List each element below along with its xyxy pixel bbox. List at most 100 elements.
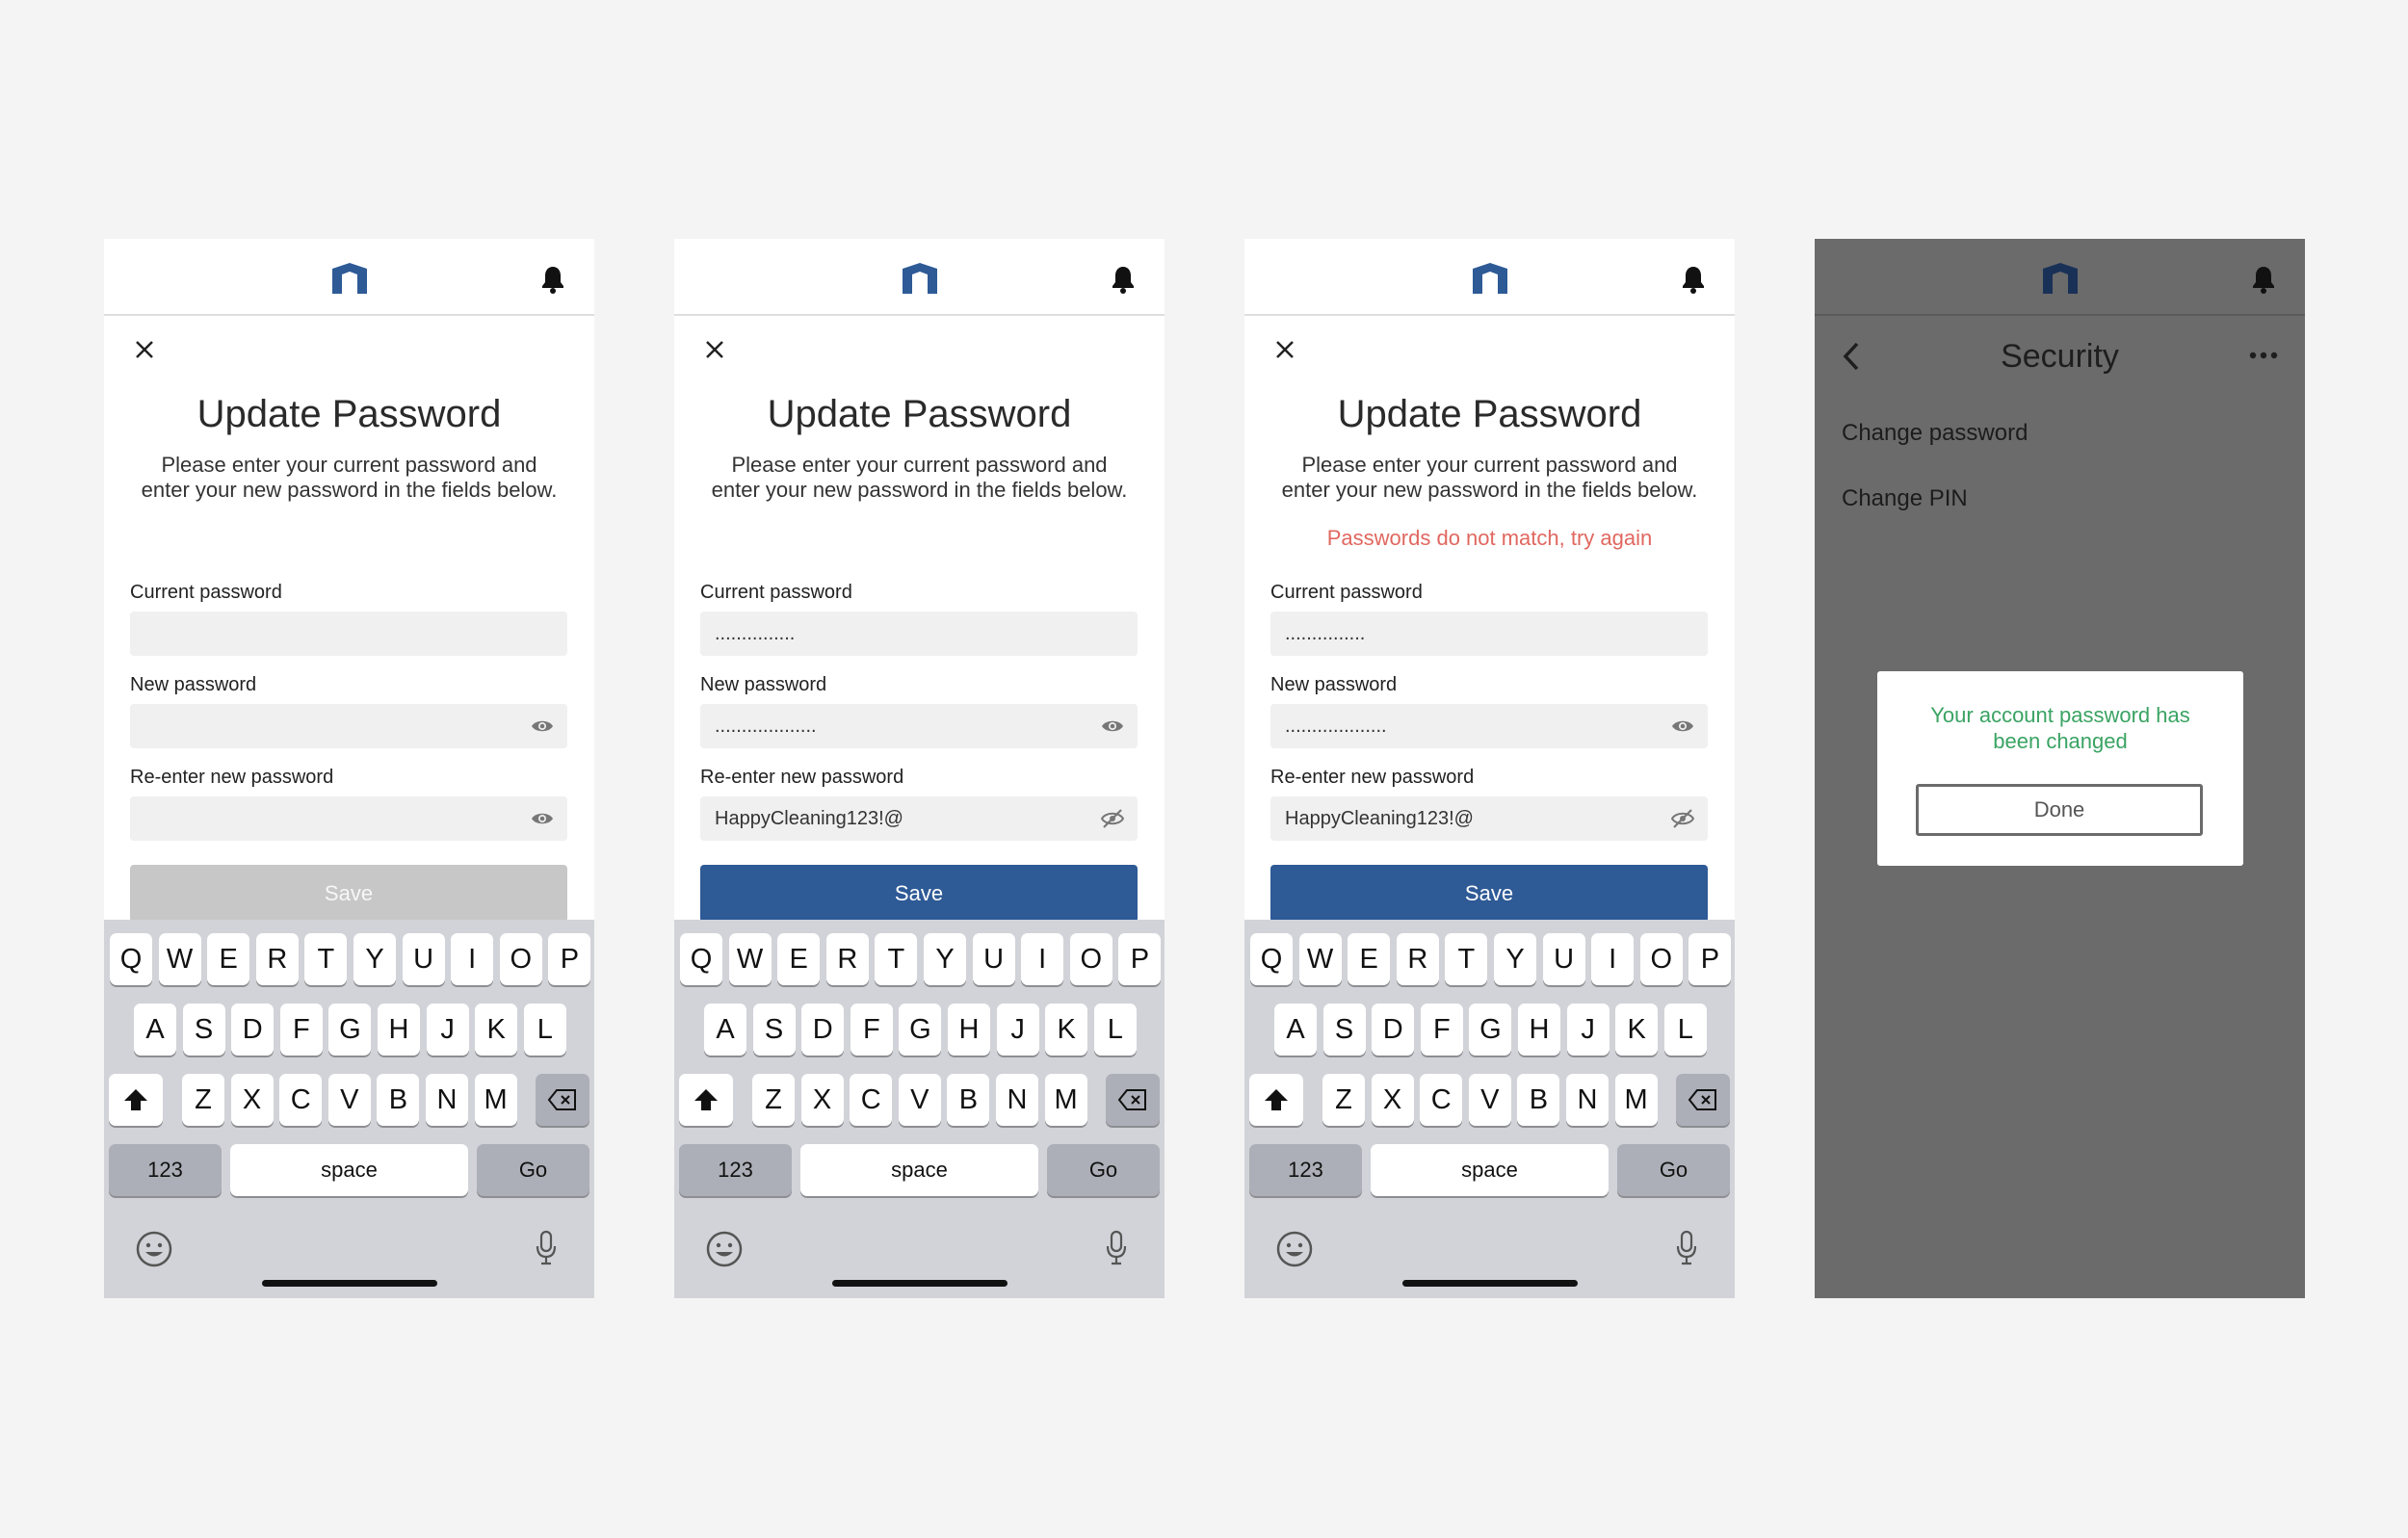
numbers-key[interactable]: 123: [1249, 1144, 1362, 1196]
key-v[interactable]: V: [1468, 1074, 1511, 1126]
key-k[interactable]: K: [475, 1004, 518, 1056]
key-x[interactable]: X: [230, 1074, 274, 1126]
microphone-icon[interactable]: [1675, 1230, 1698, 1266]
close-icon[interactable]: [705, 340, 724, 359]
key-j[interactable]: J: [426, 1004, 469, 1056]
eye-icon[interactable]: [531, 716, 554, 737]
save-button[interactable]: Save: [700, 865, 1138, 923]
key-k[interactable]: K: [1615, 1004, 1659, 1056]
save-button[interactable]: Save: [130, 865, 567, 923]
key-s[interactable]: S: [1322, 1004, 1366, 1056]
close-icon[interactable]: [135, 340, 154, 359]
key-l[interactable]: L: [1093, 1004, 1137, 1056]
space-key[interactable]: space: [230, 1144, 468, 1196]
key-s[interactable]: S: [752, 1004, 796, 1056]
app-logo-icon[interactable]: [902, 263, 937, 294]
bell-icon[interactable]: [1111, 265, 1136, 294]
key-e[interactable]: E: [1348, 933, 1391, 985]
key-f[interactable]: F: [850, 1004, 893, 1056]
key-p[interactable]: P: [548, 933, 591, 985]
space-key[interactable]: space: [800, 1144, 1038, 1196]
change-pin-item[interactable]: Change PIN: [1842, 485, 1968, 512]
go-key[interactable]: Go: [1047, 1144, 1160, 1196]
key-e[interactable]: E: [207, 933, 250, 985]
key-u[interactable]: U: [972, 933, 1015, 985]
key-c[interactable]: C: [279, 1074, 323, 1126]
key-g[interactable]: G: [328, 1004, 372, 1056]
key-w[interactable]: W: [728, 933, 772, 985]
key-k[interactable]: K: [1045, 1004, 1088, 1056]
key-x[interactable]: X: [1371, 1074, 1414, 1126]
delete-key[interactable]: [1676, 1074, 1730, 1126]
key-v[interactable]: V: [898, 1074, 941, 1126]
eye-off-icon[interactable]: [1101, 808, 1124, 829]
done-button[interactable]: Done: [1916, 784, 2203, 836]
eye-off-icon[interactable]: [1671, 808, 1694, 829]
key-n[interactable]: N: [996, 1074, 1038, 1126]
new-password-field[interactable]: [130, 704, 567, 748]
key-h[interactable]: H: [948, 1004, 990, 1056]
key-b[interactable]: B: [1517, 1074, 1560, 1126]
microphone-icon[interactable]: [535, 1230, 558, 1266]
key-q[interactable]: Q: [680, 933, 722, 985]
key-q[interactable]: Q: [1250, 933, 1293, 985]
eye-icon[interactable]: [1671, 716, 1694, 737]
app-logo-icon[interactable]: [331, 263, 367, 294]
current-password-field[interactable]: [130, 612, 567, 656]
numbers-key[interactable]: 123: [679, 1144, 792, 1196]
current-password-field[interactable]: ...............: [700, 612, 1138, 656]
key-e[interactable]: E: [777, 933, 821, 985]
shift-key[interactable]: [1249, 1074, 1303, 1126]
bell-icon[interactable]: [2251, 265, 2276, 294]
key-a[interactable]: A: [134, 1004, 176, 1056]
delete-key[interactable]: [536, 1074, 589, 1126]
key-t[interactable]: T: [875, 933, 918, 985]
key-a[interactable]: A: [1274, 1004, 1317, 1056]
key-r[interactable]: R: [255, 933, 299, 985]
key-i[interactable]: I: [451, 933, 494, 985]
change-password-item[interactable]: Change password: [1842, 420, 2028, 447]
key-l[interactable]: L: [1663, 1004, 1707, 1056]
key-i[interactable]: I: [1021, 933, 1064, 985]
new-password-field[interactable]: ...................: [1270, 704, 1708, 748]
space-key[interactable]: space: [1371, 1144, 1609, 1196]
key-v[interactable]: V: [327, 1074, 371, 1126]
bell-icon[interactable]: [540, 265, 565, 294]
key-y[interactable]: Y: [1494, 933, 1536, 985]
reenter-password-field[interactable]: HappyCleaning123!@: [1270, 796, 1708, 841]
new-password-field[interactable]: ...................: [700, 704, 1138, 748]
key-y[interactable]: Y: [353, 933, 396, 985]
key-p[interactable]: P: [1118, 933, 1162, 985]
key-x[interactable]: X: [800, 1074, 844, 1126]
key-l[interactable]: L: [523, 1004, 566, 1056]
key-b[interactable]: B: [377, 1074, 420, 1126]
key-a[interactable]: A: [704, 1004, 746, 1056]
key-u[interactable]: U: [1542, 933, 1585, 985]
key-p[interactable]: P: [1688, 933, 1732, 985]
key-o[interactable]: O: [1069, 933, 1112, 985]
eye-icon[interactable]: [531, 808, 554, 829]
key-n[interactable]: N: [1566, 1074, 1609, 1126]
key-g[interactable]: G: [899, 1004, 942, 1056]
key-f[interactable]: F: [1420, 1004, 1463, 1056]
key-d[interactable]: D: [231, 1004, 275, 1056]
app-logo-icon[interactable]: [1472, 263, 1507, 294]
microphone-icon[interactable]: [1105, 1230, 1128, 1266]
delete-key[interactable]: [1106, 1074, 1160, 1126]
go-key[interactable]: Go: [477, 1144, 589, 1196]
key-z[interactable]: Z: [752, 1074, 795, 1126]
key-w[interactable]: W: [1298, 933, 1342, 985]
key-n[interactable]: N: [426, 1074, 468, 1126]
key-c[interactable]: C: [1420, 1074, 1463, 1126]
emoji-icon[interactable]: [135, 1230, 173, 1268]
key-g[interactable]: G: [1469, 1004, 1512, 1056]
shift-key[interactable]: [109, 1074, 163, 1126]
key-t[interactable]: T: [1445, 933, 1488, 985]
go-key[interactable]: Go: [1617, 1144, 1730, 1196]
key-i[interactable]: I: [1591, 933, 1635, 985]
key-u[interactable]: U: [402, 933, 445, 985]
key-m[interactable]: M: [1614, 1074, 1658, 1126]
more-icon[interactable]: [2249, 351, 2278, 360]
key-m[interactable]: M: [1044, 1074, 1087, 1126]
key-q[interactable]: Q: [110, 933, 152, 985]
